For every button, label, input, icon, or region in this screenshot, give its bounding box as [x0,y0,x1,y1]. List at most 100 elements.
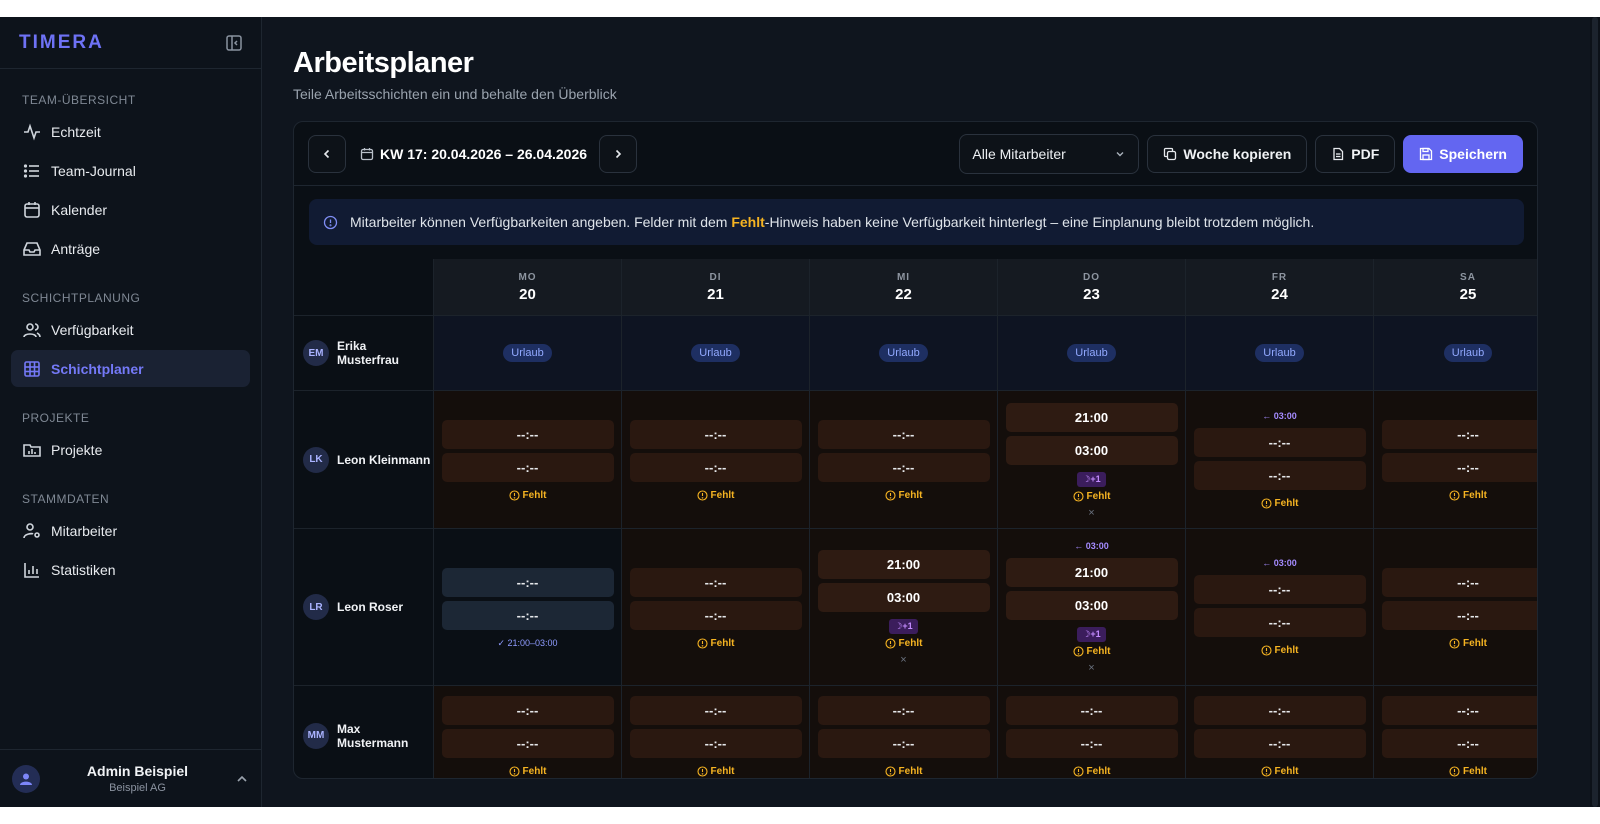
vacation-badge: Urlaub [1443,344,1493,362]
employee-name: Max Mustermann [337,721,409,750]
missing-availability: Fehlt [1260,498,1298,509]
section-title-stammdaten: STAMMDATEN [22,492,110,506]
sidebar-item-antraege[interactable]: Anträge [11,230,250,267]
shift-cell[interactable]: Urlaub [1374,316,1537,390]
sidebar-item-label: Kalender [51,201,108,218]
shift-end-input[interactable]: --:-- [817,729,990,758]
warning-icon [1449,766,1460,777]
sidebar-item-schichtplaner[interactable]: Schichtplaner [11,350,250,387]
shift-start-input[interactable]: 21:00 [1005,402,1178,432]
shift-cell: 21:00 03:00 ☽+1 Fehlt × [998,391,1186,528]
shift-start-input[interactable]: --:-- [629,696,802,725]
missing-availability: Fehlt [884,638,922,649]
shift-cell[interactable]: Urlaub [1186,316,1374,390]
shift-start-input[interactable]: 21:00 [817,550,990,579]
remove-shift-button[interactable]: × [900,654,906,666]
activity-icon [23,122,41,141]
shift-start-input[interactable]: --:-- [817,420,990,449]
shift-start-input[interactable]: --:-- [1005,696,1178,725]
warning-icon [1072,490,1084,502]
user-menu[interactable]: Admin Beispiel Beispiel AG [0,749,261,807]
shift-end-input[interactable]: --:-- [1193,608,1366,637]
next-day-badge: ☽+1 [1077,626,1106,642]
shift-end-input[interactable]: --:-- [1382,600,1537,630]
shift-start-input[interactable]: --:-- [1382,567,1537,597]
warning-icon [884,490,896,501]
shift-start-input[interactable]: --:-- [1193,696,1366,725]
shift-cell[interactable]: Urlaub [434,316,622,390]
shift-end-input[interactable]: --:-- [629,453,802,482]
missing-availability: Fehlt [884,766,922,777]
employee-name: Leon Roser [337,600,404,614]
shift-end-input[interactable]: 03:00 [1005,590,1178,620]
day-header-fr: FR 24 [1186,259,1374,315]
shift-end-input[interactable]: 03:00 [1005,435,1178,465]
week-range: KW 17: 20.04.2026 – 26.04.2026 [360,146,587,162]
list-icon [23,162,41,180]
remove-shift-button[interactable]: × [1088,507,1094,519]
shift-end-input[interactable]: 03:00 [817,583,990,612]
shift-end-input[interactable]: --:-- [1005,729,1178,758]
shift-start-input[interactable]: --:-- [441,696,614,725]
sidebar-item-verfuegbarkeit[interactable]: Verfügbarkeit [11,311,250,348]
sidebar-collapse-icon[interactable] [225,34,243,52]
shift-start-input[interactable]: --:-- [817,696,990,725]
shift-end-input[interactable]: --:-- [1193,729,1366,758]
sidebar-item-statistiken[interactable]: Statistiken [11,551,250,588]
sidebar-item-team-journal[interactable]: Team-Journal [11,152,250,189]
shift-end-input[interactable]: --:-- [441,600,614,630]
shift-start-input[interactable]: --:-- [1193,575,1366,604]
shift-start-input[interactable]: --:-- [1382,696,1537,725]
shift-end-input[interactable]: --:-- [441,729,614,758]
window-scrollbar[interactable] [1590,17,1600,807]
shift-cell[interactable]: Urlaub [810,316,998,390]
shift-end-input[interactable]: --:-- [441,453,614,482]
remove-shift-button[interactable]: × [1088,662,1094,674]
shift-start-input[interactable]: --:-- [629,420,802,449]
shift-start-input[interactable]: --:-- [1382,420,1537,449]
next-week-button[interactable] [599,134,638,173]
employee-filter-select[interactable]: Alle Mitarbeiter [959,133,1140,174]
user-avatar-icon [12,764,40,793]
pdf-button[interactable]: PDF [1315,134,1396,173]
user-org: Beispiel AG [109,782,166,794]
employee-cell: MM Max Mustermann [294,686,434,778]
sidebar-item-projekte[interactable]: Projekte [11,431,250,468]
shift-end-input[interactable]: --:-- [1382,729,1537,758]
info-banner: Mitarbeiter können Verfügbarkeiten angeb… [309,199,1524,245]
save-button[interactable]: Speichern [1403,134,1523,173]
missing-availability: Fehlt [1072,766,1110,777]
shift-start-input[interactable]: --:-- [1193,427,1366,457]
sidebar-item-label: Anträge [51,240,101,257]
shift-cell: --:-- --:-- ✓ 21:00–03:00 [434,529,622,685]
previous-day-end: ← 03:00 [1262,558,1297,568]
scrollbar-thumb[interactable] [1592,17,1598,807]
shift-cell[interactable]: Urlaub [998,316,1186,390]
sidebar-item-kalender[interactable]: Kalender [11,191,250,228]
missing-availability: Fehlt [1449,490,1487,501]
copy-week-button[interactable]: Woche kopieren [1147,134,1308,173]
shift-start-input[interactable]: --:-- [629,567,802,597]
shift-end-input[interactable]: --:-- [1193,460,1366,490]
missing-availability: Fehlt [1260,645,1298,656]
shift-start-input[interactable]: --:-- [441,420,614,449]
missing-availability: Fehlt [1260,766,1298,777]
shift-end-input[interactable]: --:-- [1382,453,1537,482]
shift-start-input[interactable]: 21:00 [1005,557,1178,587]
shift-cell: --:-- --:-- Fehlt [434,686,622,778]
shift-start-input[interactable]: --:-- [441,567,614,597]
shift-end-input[interactable]: --:-- [629,729,802,758]
sidebar-item-echtzeit[interactable]: Echtzeit [11,113,250,150]
grid-corner [294,259,434,315]
shift-end-input[interactable]: --:-- [817,453,990,482]
shift-cell: --:-- --:-- Fehlt [1374,391,1537,528]
shift-end-input[interactable]: --:-- [629,600,802,630]
page-title: Arbeitsplaner [293,47,474,79]
day-header-mo: MO 20 [434,259,622,315]
day-header-di: DI 21 [622,259,810,315]
prev-week-button[interactable] [308,134,346,173]
user-name: Admin Beispiel [86,763,189,779]
shift-cell[interactable]: Urlaub [622,316,810,390]
sidebar-item-mitarbeiter[interactable]: Mitarbeiter [11,512,250,549]
missing-availability: Fehlt [696,766,734,777]
